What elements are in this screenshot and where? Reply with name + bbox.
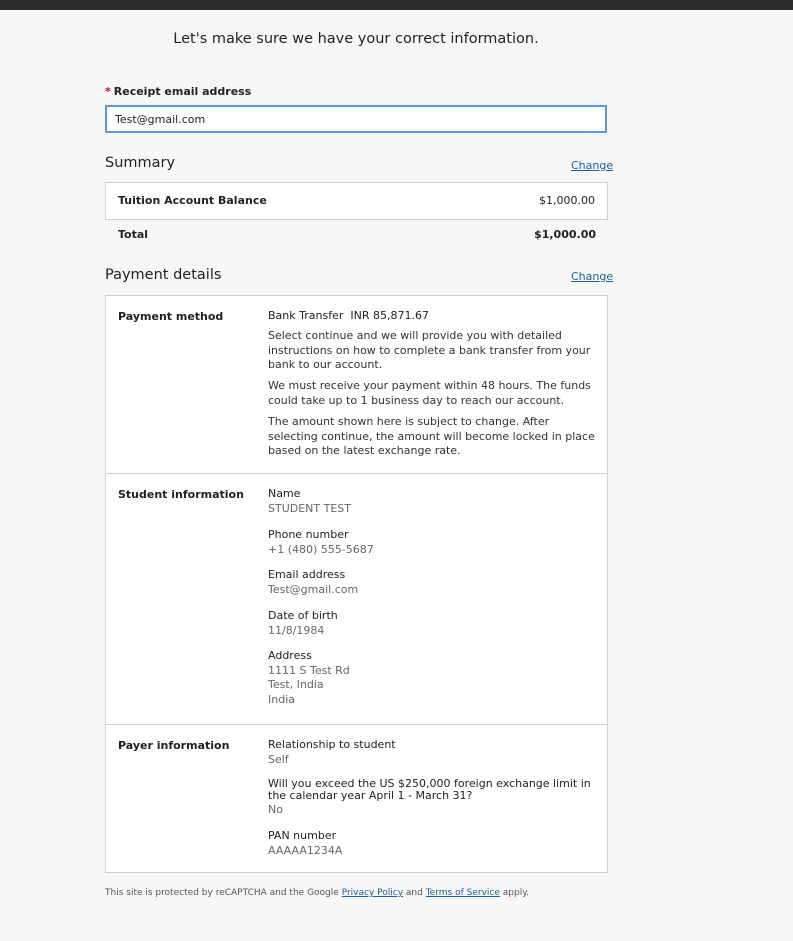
- receipt-email-label-text: Receipt email address: [113, 85, 252, 98]
- total-label: Total: [118, 228, 149, 241]
- payment-details-box: Payment method Bank Transfer INR 85,871.…: [105, 295, 608, 873]
- row-divider: [106, 473, 607, 474]
- summary-item-value: $1,000.00: [539, 194, 595, 207]
- payer-exchange-label: Will you exceed the US $250,000 foreign …: [268, 777, 591, 802]
- row-divider: [106, 724, 607, 725]
- recaptcha-notice: This site is protected by reCAPTCHA and …: [105, 888, 529, 898]
- student-address-field: Address 1111 S Test Rd Test, India India: [268, 649, 598, 707]
- payer-pan-field: PAN number AAAAA1234A: [268, 829, 598, 858]
- payment-method-title: Payment method: [118, 310, 224, 323]
- payment-method-paragraph-2: We must receive your payment within 48 h…: [268, 379, 591, 407]
- student-address-line-1: 1111 S Test Rd: [268, 663, 350, 677]
- payment-method-name: Bank Transfer: [268, 309, 344, 322]
- student-info-title: Student information: [118, 488, 244, 501]
- payment-method-summary: Bank Transfer INR 85,871.67: [268, 309, 598, 324]
- payment-method-paragraph-1: Select continue and we will provide you …: [268, 329, 591, 372]
- page-heading: Let's make sure we have your correct inf…: [173, 31, 539, 47]
- payment-method-amount: INR 85,871.67: [350, 309, 429, 322]
- payer-pan-value: AAAAA1234A: [268, 843, 343, 857]
- payer-relationship-value: Self: [268, 752, 289, 766]
- payer-exchange-value: No: [268, 803, 283, 816]
- student-dob-field: Date of birth 11/8/1984: [268, 609, 598, 638]
- student-address-line-2: Test, India: [268, 678, 324, 691]
- student-address-line-3: India: [268, 692, 295, 706]
- student-name-label: Name: [268, 487, 301, 500]
- payer-relationship-label: Relationship to student: [268, 738, 396, 751]
- student-phone-field: Phone number +1 (480) 555-5687: [268, 528, 598, 557]
- summary-item-label: Tuition Account Balance: [118, 194, 267, 207]
- footer-prefix: This site is protected by reCAPTCHA and …: [105, 888, 339, 898]
- footer-and: and: [405, 888, 423, 898]
- footer-suffix: apply.: [502, 888, 530, 898]
- student-name-value: STUDENT TEST: [268, 501, 351, 515]
- student-phone-label: Phone number: [268, 528, 349, 541]
- summary-change-link[interactable]: Change: [571, 159, 613, 172]
- privacy-policy-link[interactable]: Privacy Policy: [342, 888, 403, 898]
- summary-box: Tuition Account Balance $1,000.00: [105, 182, 608, 220]
- student-dob-value: 11/8/1984: [268, 623, 325, 637]
- student-name-field: Name STUDENT TEST: [268, 487, 598, 516]
- top-bar: [0, 0, 793, 10]
- summary-title: Summary: [105, 155, 176, 171]
- receipt-email-input[interactable]: [105, 105, 607, 133]
- payer-info-title: Payer information: [118, 739, 230, 752]
- payer-relationship-field: Relationship to student Self: [268, 738, 598, 767]
- student-phone-value: +1 (480) 555-5687: [268, 542, 374, 556]
- receipt-email-label: * Receipt email address: [105, 85, 251, 98]
- payment-method-paragraph-3: The amount shown here is subject to chan…: [268, 415, 595, 458]
- student-dob-label: Date of birth: [268, 609, 338, 622]
- student-email-label: Email address: [268, 568, 346, 581]
- required-mark: *: [105, 85, 111, 98]
- payer-exchange-field: Will you exceed the US $250,000 foreign …: [268, 778, 598, 816]
- payer-pan-label: PAN number: [268, 829, 337, 842]
- payment-details-title: Payment details: [105, 267, 222, 283]
- total-value: $1,000.00: [534, 228, 596, 241]
- terms-of-service-link[interactable]: Terms of Service: [426, 888, 500, 898]
- student-email-field: Email address Test@gmail.com: [268, 568, 598, 597]
- payment-details-change-link[interactable]: Change: [571, 270, 613, 283]
- student-address-label: Address: [268, 649, 312, 662]
- student-email-value: Test@gmail.com: [268, 582, 359, 596]
